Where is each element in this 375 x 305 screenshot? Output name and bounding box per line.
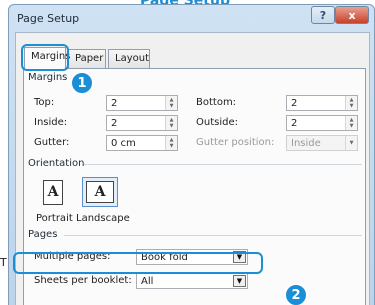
sheets-per-booklet-label: Sheets per booklet:: [34, 275, 132, 286]
portrait-option[interactable]: A: [38, 177, 68, 207]
orientation-divider: [84, 164, 362, 165]
dropdown-arrow-icon[interactable]: ▼: [233, 275, 246, 287]
gutter-position-label: Gutter position:: [196, 137, 275, 148]
top-margin-value: 2: [111, 98, 118, 109]
spinner-arrows-icon[interactable]: ▲ ▼: [345, 116, 357, 130]
outside-margin-label: Outside:: [196, 117, 238, 128]
dialog-title: Page Setup: [17, 12, 80, 25]
margins-tab-highlight: [21, 44, 69, 71]
bottom-margin-spinner[interactable]: 2 ▲ ▼: [286, 95, 358, 111]
portrait-label[interactable]: Portrait: [36, 213, 73, 224]
inside-margin-label: Inside:: [34, 117, 68, 128]
outside-margin-spinner[interactable]: 2 ▲ ▼: [286, 115, 358, 131]
inside-margin-spinner[interactable]: 2 ▲ ▼: [106, 115, 178, 131]
title-bar: Page Setup ? x: [9, 5, 374, 31]
dropdown-arrow-icon: ▼: [345, 136, 357, 150]
gutter-value: 0 cm: [111, 138, 136, 149]
multiple-pages-highlight: [13, 252, 263, 274]
pages-divider: [64, 235, 362, 236]
sheets-per-booklet-select[interactable]: All ▼: [136, 273, 248, 289]
outside-margin-value: 2: [291, 118, 298, 129]
tab-paper[interactable]: Paper: [68, 49, 106, 68]
side-letter: T: [0, 256, 7, 269]
gutter-label: Gutter:: [34, 137, 70, 148]
top-margin-spinner[interactable]: 2 ▲ ▼: [106, 95, 178, 111]
close-button[interactable]: x: [335, 6, 369, 24]
gutter-spinner[interactable]: 0 cm ▲ ▼: [106, 135, 178, 151]
orientation-section-label: Orientation: [28, 158, 85, 169]
pages-section-label: Pages: [28, 229, 58, 240]
top-margin-label: Top:: [34, 97, 55, 108]
bottom-margin-value: 2: [291, 98, 298, 109]
spinner-arrows-icon[interactable]: ▲ ▼: [345, 96, 357, 110]
portrait-page-icon: A: [43, 179, 63, 205]
callout-badge-2: 2: [284, 283, 308, 305]
inside-margin-value: 2: [111, 118, 118, 129]
help-button[interactable]: ?: [311, 6, 335, 24]
sheets-per-booklet-value: All: [141, 276, 154, 287]
gutter-position-value: Inside: [291, 138, 321, 149]
spinner-arrows-icon[interactable]: ▲ ▼: [165, 116, 177, 130]
margins-section-label: Margins: [28, 72, 68, 83]
tab-layout[interactable]: Layout: [108, 49, 150, 68]
spinner-arrows-icon[interactable]: ▲ ▼: [165, 96, 177, 110]
landscape-label[interactable]: Landscape: [76, 213, 130, 224]
callout-badge-1: 1: [70, 71, 94, 95]
bottom-margin-label: Bottom:: [196, 97, 237, 108]
landscape-page-icon: A: [86, 181, 114, 203]
spinner-arrows-icon[interactable]: ▲ ▼: [165, 136, 177, 150]
gutter-position-select: Inside ▼: [286, 135, 358, 151]
landscape-option[interactable]: A: [82, 177, 118, 207]
